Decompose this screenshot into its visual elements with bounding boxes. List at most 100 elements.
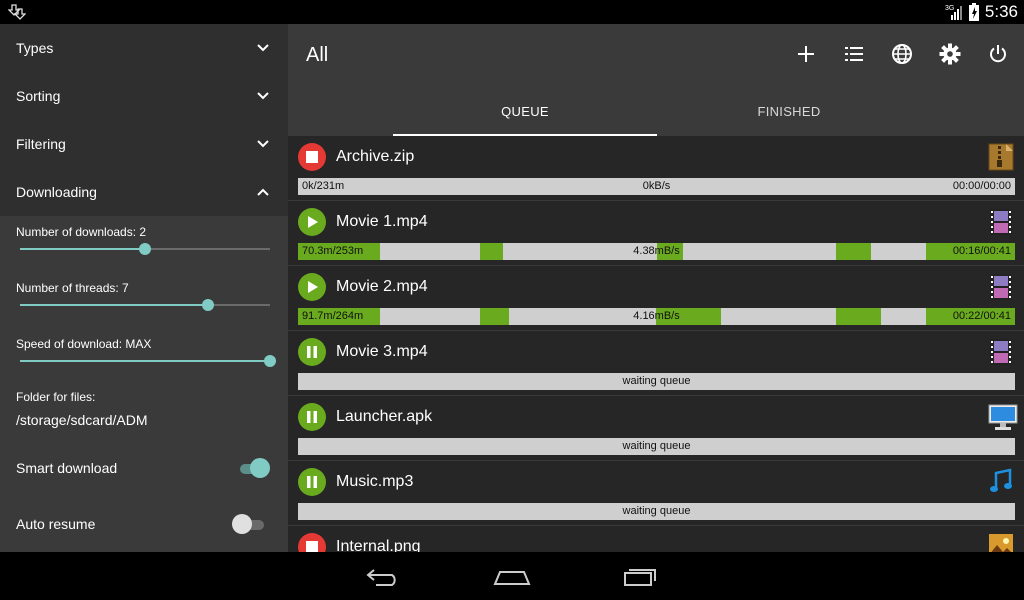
play-icon — [305, 280, 319, 294]
play-icon — [305, 215, 319, 229]
clock: 5:36 — [984, 2, 1018, 21]
num-threads-label: Number of threads: 7 — [16, 281, 129, 295]
folder-path[interactable]: /storage/sdcard/ADM — [16, 412, 148, 428]
progress-bar: waiting queue — [298, 373, 1015, 390]
add-button[interactable] — [794, 42, 818, 66]
drawer-section-downloading[interactable]: Downloading — [0, 168, 288, 216]
smart-download-label: Smart download — [16, 460, 118, 476]
stop-button[interactable] — [298, 143, 326, 171]
download-row[interactable]: Launcher.apk waiting queue — [288, 396, 1024, 461]
download-speed: waiting queue — [622, 440, 691, 452]
file-name: Internal.png — [336, 538, 421, 552]
progress-bar: 91.7m/264m 4.16mB/s 00:22/00:41 — [298, 308, 1015, 325]
drawer-section-sorting[interactable]: Sorting — [0, 72, 288, 120]
pause-icon — [306, 476, 318, 488]
list-button[interactable] — [842, 42, 866, 66]
time-progress: 00:00/00:00 — [952, 180, 1011, 192]
pause-icon — [306, 411, 318, 423]
stop-button[interactable] — [298, 533, 326, 552]
video-icon — [988, 338, 1014, 366]
num-downloads-slider[interactable] — [20, 243, 270, 255]
music-icon — [988, 468, 1014, 496]
download-speed: 0kB/s — [642, 180, 671, 192]
time-progress: 00:16/00:41 — [952, 245, 1011, 257]
drawer-section-label: Sorting — [16, 88, 61, 104]
file-name: Music.mp3 — [336, 473, 414, 490]
settings-button[interactable] — [938, 42, 962, 66]
toolbar-actions — [794, 42, 1010, 66]
auto-resume-label: Auto resume — [16, 516, 96, 532]
download-notification-icon — [8, 4, 26, 20]
video-icon — [988, 208, 1014, 236]
stop-icon — [306, 151, 318, 163]
settings-icon — [939, 43, 961, 65]
download-row[interactable]: Music.mp3 waiting queue — [288, 461, 1024, 526]
progress-bar: waiting queue — [298, 503, 1015, 520]
signal-icon: 3G — [945, 5, 962, 20]
battery-icon — [968, 3, 979, 21]
svg-text:3G: 3G — [945, 5, 954, 12]
num-downloads-label: Number of downloads: 2 — [16, 225, 147, 239]
downloading-settings-panel: Number of downloads: 2 Number of threads… — [0, 216, 288, 552]
file-name: Movie 2.mp4 — [336, 278, 428, 295]
drawer-section-label: Filtering — [16, 136, 66, 152]
file-name: Launcher.apk — [336, 408, 433, 425]
progress-bar: waiting queue — [298, 438, 1015, 455]
browser-button[interactable] — [890, 42, 914, 66]
file-name: Movie 3.mp4 — [336, 343, 428, 360]
folder-label: Folder for files: — [16, 390, 96, 404]
power-button[interactable] — [986, 42, 1010, 66]
home-icon[interactable] — [492, 564, 532, 588]
globe-icon — [892, 44, 912, 64]
file-name: Movie 1.mp4 — [336, 213, 428, 230]
play-button[interactable] — [298, 208, 326, 236]
chevron-up-icon — [257, 188, 269, 196]
pause-button[interactable] — [298, 403, 326, 431]
tab-bar: QUEUE FINISHED — [288, 96, 1024, 136]
back-icon[interactable] — [364, 564, 404, 588]
chevron-down-icon — [257, 92, 269, 100]
download-speed: waiting queue — [622, 375, 691, 387]
power-icon — [990, 45, 1006, 63]
tab-finished[interactable]: FINISHED — [657, 96, 921, 136]
recents-icon[interactable] — [620, 564, 660, 588]
speed-label: Speed of download: MAX — [16, 337, 152, 351]
download-speed: waiting queue — [622, 505, 691, 517]
progress-bar: 0k/231m 0kB/s 00:00/00:00 — [298, 178, 1015, 195]
pause-icon — [306, 346, 318, 358]
progress-bar: 70.3m/253m 4.38mB/s 00:16/00:41 — [298, 243, 1015, 260]
play-button[interactable] — [298, 273, 326, 301]
video-icon — [988, 273, 1014, 301]
smart-download-toggle[interactable] — [240, 458, 270, 478]
time-progress: 00:22/00:41 — [952, 310, 1011, 322]
num-threads-slider[interactable] — [20, 299, 270, 311]
download-row[interactable]: Movie 1.mp4 70.3m/253m 4.38mB/s 00:16/00:41 — [288, 201, 1024, 266]
drawer-section-types[interactable]: Types — [0, 24, 288, 72]
speed-slider[interactable] — [20, 355, 276, 367]
page-title: All — [306, 44, 329, 66]
download-row[interactable]: Movie 2.mp4 91.7m/264m 4.16mB/s 00:22/00:41 — [288, 266, 1024, 331]
download-list: Archive.zip 0k/231m 0kB/s 00:00/00:00 Movie … — [288, 136, 1024, 552]
download-row[interactable]: Movie 3.mp4 waiting queue — [288, 331, 1024, 396]
download-row[interactable]: Archive.zip 0k/231m 0kB/s 00:00/00:00 — [288, 136, 1024, 201]
download-speed: 4.38mB/s — [633, 245, 680, 257]
monitor-icon — [988, 403, 1018, 431]
stop-icon — [306, 541, 318, 552]
download-speed: 4.16mB/s — [633, 310, 680, 322]
archive-icon — [988, 143, 1014, 171]
image-icon — [988, 533, 1014, 552]
tab-queue[interactable]: QUEUE — [393, 96, 657, 136]
app-bar: All QUEUE FINISHED — [288, 24, 1024, 136]
side-drawer: Types Sorting Filtering Downloading Numb… — [0, 24, 288, 552]
list-icon — [845, 47, 863, 61]
download-row[interactable]: Internal.png — [288, 526, 1024, 552]
pause-button[interactable] — [298, 338, 326, 366]
main-content: All QUEUE FINISHED Archive.zip 0k/231m 0… — [288, 24, 1024, 552]
status-bar: 3G 5:36 — [0, 0, 1024, 24]
pause-button[interactable] — [298, 468, 326, 496]
chevron-down-icon — [257, 44, 269, 52]
navigation-bar — [0, 552, 1024, 600]
auto-resume-toggle[interactable] — [232, 514, 268, 534]
drawer-section-filtering[interactable]: Filtering — [0, 120, 288, 168]
chevron-down-icon — [257, 140, 269, 148]
